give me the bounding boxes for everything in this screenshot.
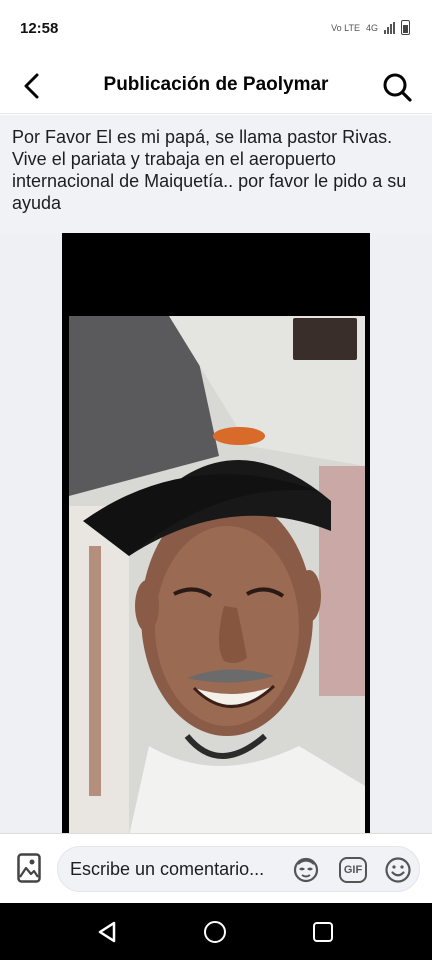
post-text: Por Favor El es mi papá, se llama pastor… xyxy=(0,115,432,233)
comment-input-wrapper: GIF xyxy=(57,846,420,892)
video-call-illustration xyxy=(69,316,365,833)
post-photo[interactable] xyxy=(62,233,370,833)
status-time: 12:58 xyxy=(20,20,59,37)
battery-icon xyxy=(401,20,410,35)
circle-home-icon[interactable] xyxy=(204,921,226,943)
square-recents-icon[interactable] xyxy=(313,922,333,942)
gif-button[interactable]: GIF xyxy=(339,857,367,883)
status-bar: 12:58 Vo LTE 4G xyxy=(0,0,432,58)
signal-strength-icon xyxy=(384,21,395,34)
chevron-left-icon xyxy=(24,73,39,99)
video-call-image xyxy=(69,316,365,833)
self-view-thumbnail xyxy=(293,318,357,360)
triangle-back-icon[interactable] xyxy=(95,920,119,944)
volte-label: Vo LTE xyxy=(331,22,360,33)
system-nav-bar xyxy=(0,903,432,960)
smiley-icon[interactable] xyxy=(384,856,412,884)
image-icon xyxy=(17,853,41,883)
search-button[interactable] xyxy=(380,70,414,104)
search-icon xyxy=(383,73,412,102)
comment-input[interactable] xyxy=(70,847,288,891)
back-button[interactable] xyxy=(16,70,48,102)
comment-bar: GIF xyxy=(0,833,432,903)
avatar-sticker-icon[interactable] xyxy=(292,856,320,884)
status-icons: Vo LTE 4G xyxy=(331,20,410,35)
network-type-label: 4G xyxy=(365,22,378,33)
add-photo-button[interactable] xyxy=(14,851,44,885)
app-header: Publicación de Paolymar xyxy=(0,58,432,114)
page-title: Publicación de Paolymar xyxy=(103,74,329,95)
